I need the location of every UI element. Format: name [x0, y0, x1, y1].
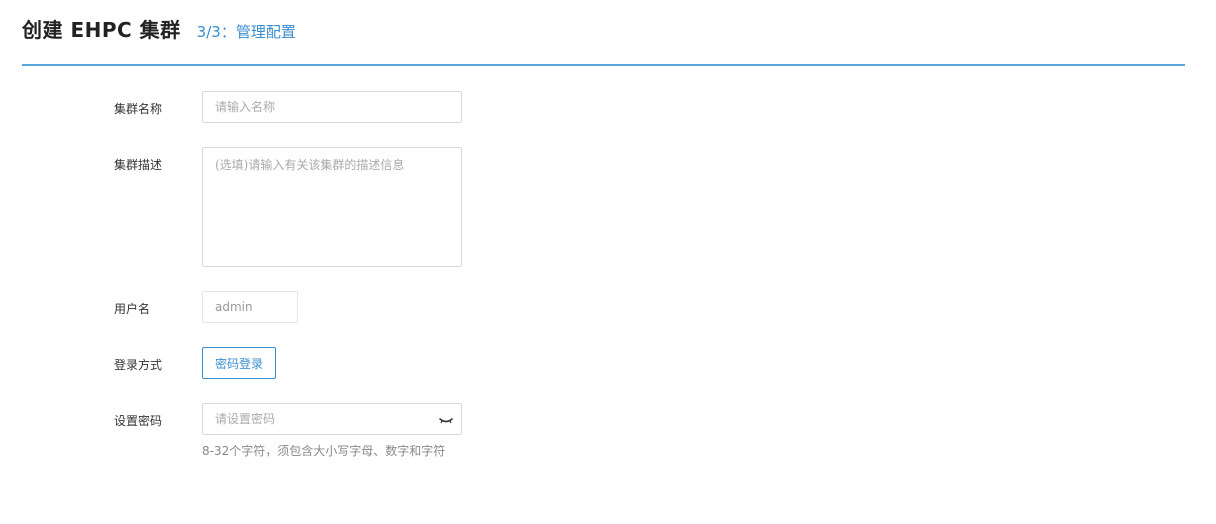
- username-label: 用户名: [114, 302, 151, 316]
- eye-closed-icon[interactable]: [438, 412, 454, 426]
- password-field-wrapper: [202, 403, 462, 435]
- password-label: 设置密码: [114, 414, 163, 428]
- cluster-desc-label: 集群描述: [114, 158, 163, 172]
- cluster-name-label: 集群名称: [114, 102, 163, 116]
- cluster-desc-textarea[interactable]: [202, 147, 462, 267]
- password-input[interactable]: [202, 403, 462, 435]
- page-header: 创建 EHPC 集群 3/3：管理配置: [22, 14, 296, 43]
- password-hint: 8-32个字符，须包含大小写字母、数字和字符: [202, 444, 446, 458]
- cluster-name-input[interactable]: [202, 91, 462, 123]
- password-login-button[interactable]: 密码登录: [202, 347, 276, 379]
- page-title: 创建 EHPC 集群: [22, 18, 181, 42]
- step-indicator: 3/3：管理配置: [196, 23, 296, 41]
- header-divider: [22, 64, 1185, 66]
- login-method-label: 登录方式: [114, 358, 163, 372]
- username-value: admin: [202, 291, 298, 323]
- create-cluster-page: 创建 EHPC 集群 3/3：管理配置 集群名称 集群描述 用户名 admin …: [0, 0, 1216, 524]
